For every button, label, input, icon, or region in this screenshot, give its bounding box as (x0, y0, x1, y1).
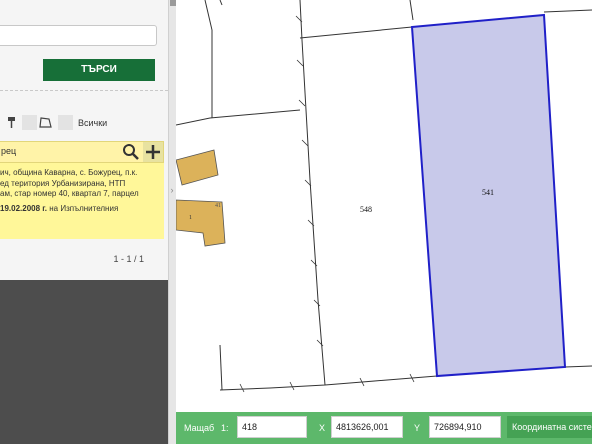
x-label: X (319, 423, 326, 433)
coordinate-system-button[interactable]: Координатна система (507, 416, 592, 438)
status-bar: Мащаб 1: 418 X 4813626,001 Y 726894,910 … (176, 412, 592, 444)
side-panel-content: ТЪРСИ Всички рец ич, община Каварна, с. … (0, 0, 168, 280)
map-view[interactable]: 548 541 1 41 (175, 0, 592, 412)
result-line: ич, община Каварна, с. Божурец, п.к. (0, 168, 138, 177)
building[interactable] (175, 149, 219, 186)
result-line-rest: на Изпълнителния (47, 203, 119, 213)
scale-prefix: 1: (221, 423, 229, 433)
search-button[interactable]: ТЪРСИ (43, 59, 155, 81)
boundary-ticks (239, 15, 415, 393)
result-line: ам, стар номер 40, квартал 7, парцел (0, 189, 139, 198)
scale-input[interactable]: 418 (237, 416, 307, 438)
result-line: 19.02.2008 г. на Изпълнителния (0, 204, 158, 215)
zoom-to-icon[interactable] (122, 143, 140, 161)
select-all-checkbox[interactable] (58, 115, 73, 130)
side-panel: ТЪРСИ Всички рец ич, община Каварна, с. … (0, 0, 168, 444)
polygon-select-icon[interactable] (38, 115, 53, 130)
add-icon[interactable] (143, 142, 163, 162)
building-label-1: 1 (189, 215, 192, 221)
divider (0, 90, 168, 91)
select-all-label: Всички (78, 118, 108, 128)
filter-input[interactable]: рец (1, 146, 16, 156)
cadastral-map[interactable] (175, 0, 592, 412)
selection-tools: Всички (0, 115, 168, 133)
y-label: Y (414, 423, 421, 433)
result-item[interactable]: ич, община Каварна, с. Божурец, п.к. ед … (0, 163, 164, 239)
result-line: ед територия Урбанизирана, НТП (0, 178, 126, 188)
panel-scrollbar[interactable] (168, 0, 176, 444)
scale-label: Мащаб (184, 423, 215, 433)
result-date: 19.02.2008 г. (0, 203, 48, 213)
building-label-41: 41 (215, 203, 221, 209)
rectangle-select-tool[interactable] (22, 115, 37, 130)
parcel-label-541: 541 (482, 188, 494, 197)
search-input[interactable] (0, 25, 157, 46)
parcel-label-548: 548 (360, 205, 372, 214)
pin-icon[interactable] (4, 115, 19, 130)
collapse-panel-icon[interactable]: › (168, 180, 176, 200)
x-coordinate-field[interactable]: 4813626,001 (331, 416, 403, 438)
pagination: 1 - 1 / 1 (113, 254, 144, 264)
y-coordinate-field[interactable]: 726894,910 (429, 416, 501, 438)
